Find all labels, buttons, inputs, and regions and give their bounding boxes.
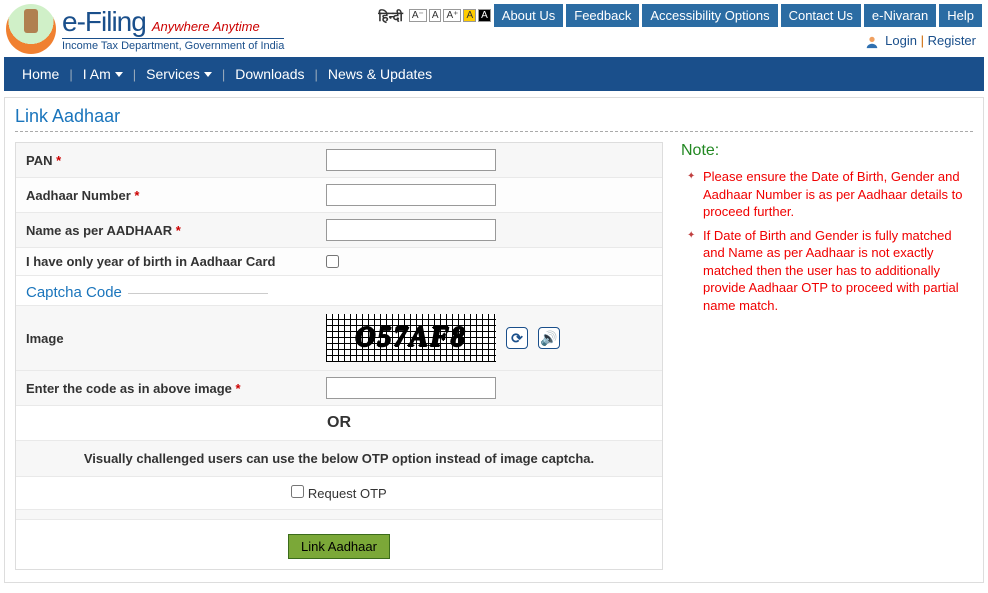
divider (128, 293, 268, 294)
font-default-button[interactable]: A (429, 9, 442, 22)
register-link[interactable]: Register (928, 33, 976, 48)
nav-home[interactable]: Home (12, 66, 69, 82)
nav-iam[interactable]: I Am (73, 66, 133, 82)
notes-title: Note: (681, 142, 973, 160)
enivaran-button[interactable]: e-Nivaran (864, 4, 936, 27)
refresh-captcha-button[interactable]: ⟳ (506, 327, 528, 349)
captcha-section-head: Captcha Code (16, 276, 662, 306)
chevron-down-icon (115, 72, 123, 77)
request-otp-label: Request OTP (308, 486, 387, 501)
contrast-black-button[interactable]: A (478, 9, 491, 22)
captcha-image: O57AF8 (326, 314, 496, 362)
or-separator: OR (16, 406, 662, 441)
aadhaar-input[interactable] (326, 184, 496, 206)
feedback-button[interactable]: Feedback (566, 4, 639, 27)
enter-code-label: Enter the code as in above image * (26, 381, 326, 396)
accessibility-button[interactable]: Accessibility Options (642, 4, 777, 27)
required-star: * (134, 188, 139, 203)
request-otp-checkbox[interactable] (291, 485, 304, 498)
pan-label-text: PAN (26, 153, 52, 168)
submit-row: Link Aadhaar (16, 520, 662, 569)
about-us-button[interactable]: About Us (494, 4, 563, 27)
page: Link Aadhaar PAN * Aadhaar Number * Name… (4, 97, 984, 583)
nav-news-label: News & Updates (328, 66, 432, 82)
nav-home-label: Home (22, 66, 59, 82)
nav-downloads-label: Downloads (235, 66, 304, 82)
spacer (16, 510, 662, 520)
hindi-link[interactable]: हिन्दी (378, 7, 403, 25)
note-item: Please ensure the Date of Birth, Gender … (691, 168, 973, 221)
brand-subtitle: Income Tax Department, Government of Ind… (62, 38, 284, 52)
notes-panel: Note: Please ensure the Date of Birth, G… (681, 142, 973, 570)
required-star: * (176, 223, 181, 238)
audio-captcha-button[interactable]: 🔊 (538, 327, 560, 349)
nav-downloads[interactable]: Downloads (225, 66, 314, 82)
content: PAN * Aadhaar Number * Name as per AADHA… (15, 142, 973, 570)
refresh-icon: ⟳ (511, 330, 523, 347)
nav-services-label: Services (146, 66, 200, 82)
logo-block: e-Filing Anywhere Anytime Income Tax Dep… (6, 4, 284, 54)
nav-news[interactable]: News & Updates (318, 66, 442, 82)
main-nav: Home | I Am | Services | Downloads | New… (4, 57, 984, 91)
emblem-icon (6, 4, 56, 54)
speaker-icon: 🔊 (540, 330, 557, 347)
nav-iam-label: I Am (83, 66, 111, 82)
form-panel: PAN * Aadhaar Number * Name as per AADHA… (15, 142, 663, 570)
captcha-head-text: Captcha Code (26, 284, 122, 301)
header-right: हिन्दी A⁻ A A⁺ A A About Us Feedback Acc… (378, 4, 982, 49)
nav-services[interactable]: Services (136, 66, 222, 82)
branding: e-Filing Anywhere Anytime Income Tax Dep… (62, 6, 284, 52)
brand-tagline: Anywhere Anytime (152, 19, 260, 34)
name-input[interactable] (326, 219, 496, 241)
top-buttons: हिन्दी A⁻ A A⁺ A A About Us Feedback Acc… (378, 4, 982, 27)
enter-code-text: Enter the code as in above image (26, 381, 232, 396)
required-star: * (236, 381, 241, 396)
name-label-text: Name as per AADHAAR (26, 223, 172, 238)
login-separator: | (921, 33, 924, 48)
aadhaar-label-text: Aadhaar Number (26, 188, 131, 203)
chevron-down-icon (204, 72, 212, 77)
login-link[interactable]: Login (885, 33, 917, 48)
contact-us-button[interactable]: Contact Us (781, 4, 861, 27)
otp-row: Request OTP (16, 477, 662, 510)
required-star: * (56, 153, 61, 168)
font-decrease-button[interactable]: A⁻ (409, 9, 427, 22)
pan-input[interactable] (326, 149, 496, 171)
help-button[interactable]: Help (939, 4, 982, 27)
captcha-image-label: Image (26, 331, 326, 346)
yob-label: I have only year of birth in Aadhaar Car… (26, 254, 326, 269)
captcha-input[interactable] (326, 377, 496, 399)
header: e-Filing Anywhere Anytime Income Tax Dep… (0, 0, 988, 54)
contrast-yellow-button[interactable]: A (463, 9, 476, 22)
aadhaar-label: Aadhaar Number * (26, 188, 326, 203)
otp-message: Visually challenged users can use the be… (16, 441, 662, 477)
notes-list: Please ensure the Date of Birth, Gender … (681, 168, 973, 314)
pan-label: PAN * (26, 153, 326, 168)
yob-checkbox[interactable] (326, 255, 339, 268)
font-increase-button[interactable]: A⁺ (443, 9, 461, 22)
note-item: If Date of Birth and Gender is fully mat… (691, 227, 973, 315)
link-aadhaar-button[interactable]: Link Aadhaar (288, 534, 390, 559)
person-icon (865, 35, 879, 49)
login-row: Login | Register (865, 33, 983, 49)
brand-title: e-Filing (62, 6, 146, 38)
page-title: Link Aadhaar (15, 106, 973, 132)
name-label: Name as per AADHAAR * (26, 223, 326, 238)
